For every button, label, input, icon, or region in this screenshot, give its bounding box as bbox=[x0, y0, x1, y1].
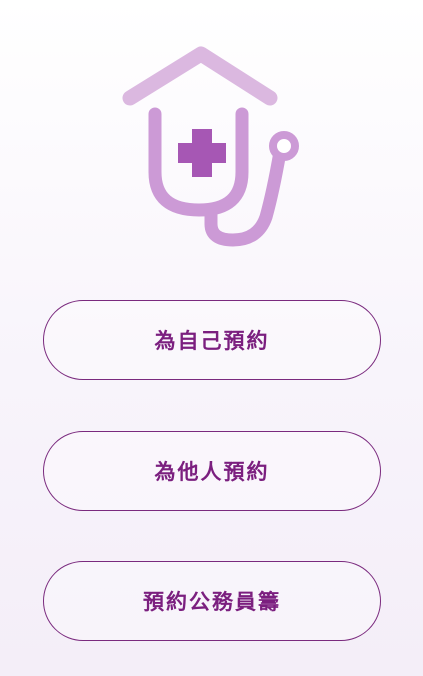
civil-servant-booking-button[interactable]: 預約公務員籌 bbox=[43, 561, 381, 641]
house-stethoscope-cross-icon bbox=[118, 42, 308, 252]
book-for-others-label: 為他人預約 bbox=[154, 460, 270, 484]
book-for-others-button[interactable]: 為他人預約 bbox=[43, 431, 381, 511]
book-for-self-label: 為自己預約 bbox=[154, 329, 270, 353]
booking-choice-screen: 為自己預約 為他人預約 預約公務員籌 bbox=[0, 0, 423, 676]
book-for-self-button[interactable]: 為自己預約 bbox=[43, 300, 381, 380]
civil-servant-booking-label: 預約公務員籌 bbox=[143, 590, 281, 614]
